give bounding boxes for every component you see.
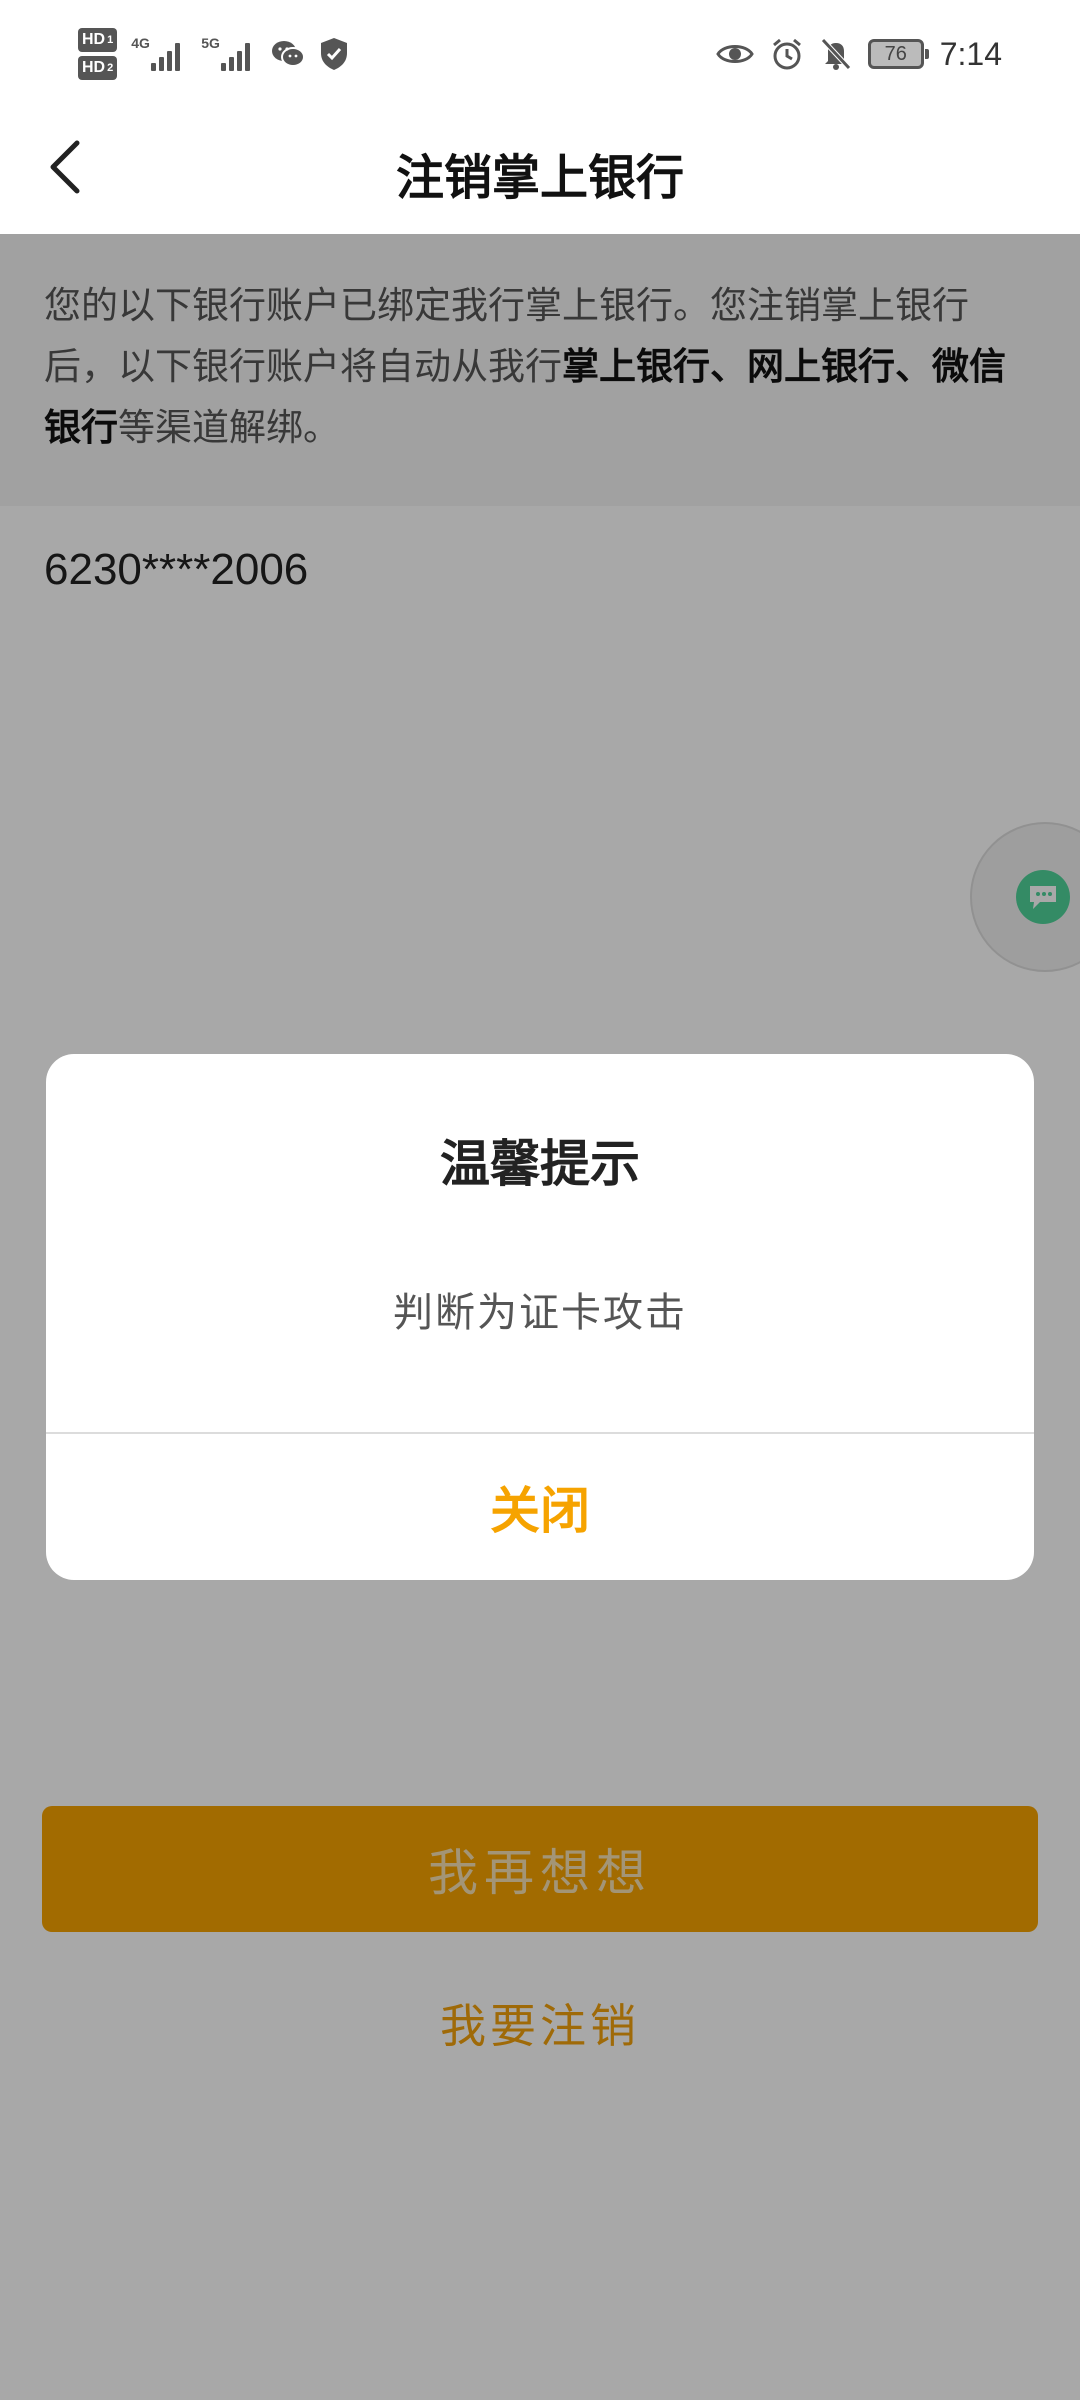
tip-dialog: 温馨提示 判断为证卡攻击 关闭 bbox=[46, 1054, 1034, 1580]
battery-indicator: 76 bbox=[867, 39, 929, 69]
alarm-icon bbox=[772, 38, 801, 70]
net2-label: 5G bbox=[201, 35, 220, 51]
app-bar: 注销掌上银行 bbox=[0, 108, 1080, 234]
page-title: 注销掌上银行 bbox=[395, 150, 684, 206]
eye-icon bbox=[715, 45, 754, 63]
bell-off-icon bbox=[820, 38, 851, 70]
hd2-sub: 2 bbox=[107, 62, 114, 74]
hd1-label: HD bbox=[82, 31, 106, 48]
dialog-message: 判断为证卡攻击 bbox=[393, 1290, 687, 1336]
signal-5g-icon: 5G bbox=[201, 35, 257, 71]
dialog-close-button[interactable]: 关闭 bbox=[46, 1434, 1034, 1580]
signal-4g-icon: 4G bbox=[131, 35, 187, 71]
status-right: 76 7:14 bbox=[715, 24, 1002, 84]
battery-level: 76 bbox=[884, 42, 907, 65]
hd2-label: HD bbox=[82, 59, 106, 76]
status-bar: HD 1 HD 2 4G 5G 76 7:14 bbox=[0, 0, 1080, 108]
hd1-badge: HD 1 bbox=[78, 28, 118, 52]
shield-icon bbox=[321, 38, 348, 70]
hd2-badge: HD 2 bbox=[78, 56, 118, 80]
status-left: HD 1 HD 2 4G 5G bbox=[78, 24, 349, 84]
wechat-icon bbox=[272, 41, 306, 67]
dialog-title: 温馨提示 bbox=[440, 1134, 640, 1193]
clock: 7:14 bbox=[939, 35, 1002, 72]
net1-label: 4G bbox=[131, 35, 150, 51]
hd1-sub: 1 bbox=[107, 34, 114, 46]
screen: HD 1 HD 2 4G 5G 76 7:14 注销掌上银行 您的以下银行账户已… bbox=[0, 0, 1080, 2400]
hd-indicators: HD 1 HD 2 bbox=[78, 28, 118, 80]
